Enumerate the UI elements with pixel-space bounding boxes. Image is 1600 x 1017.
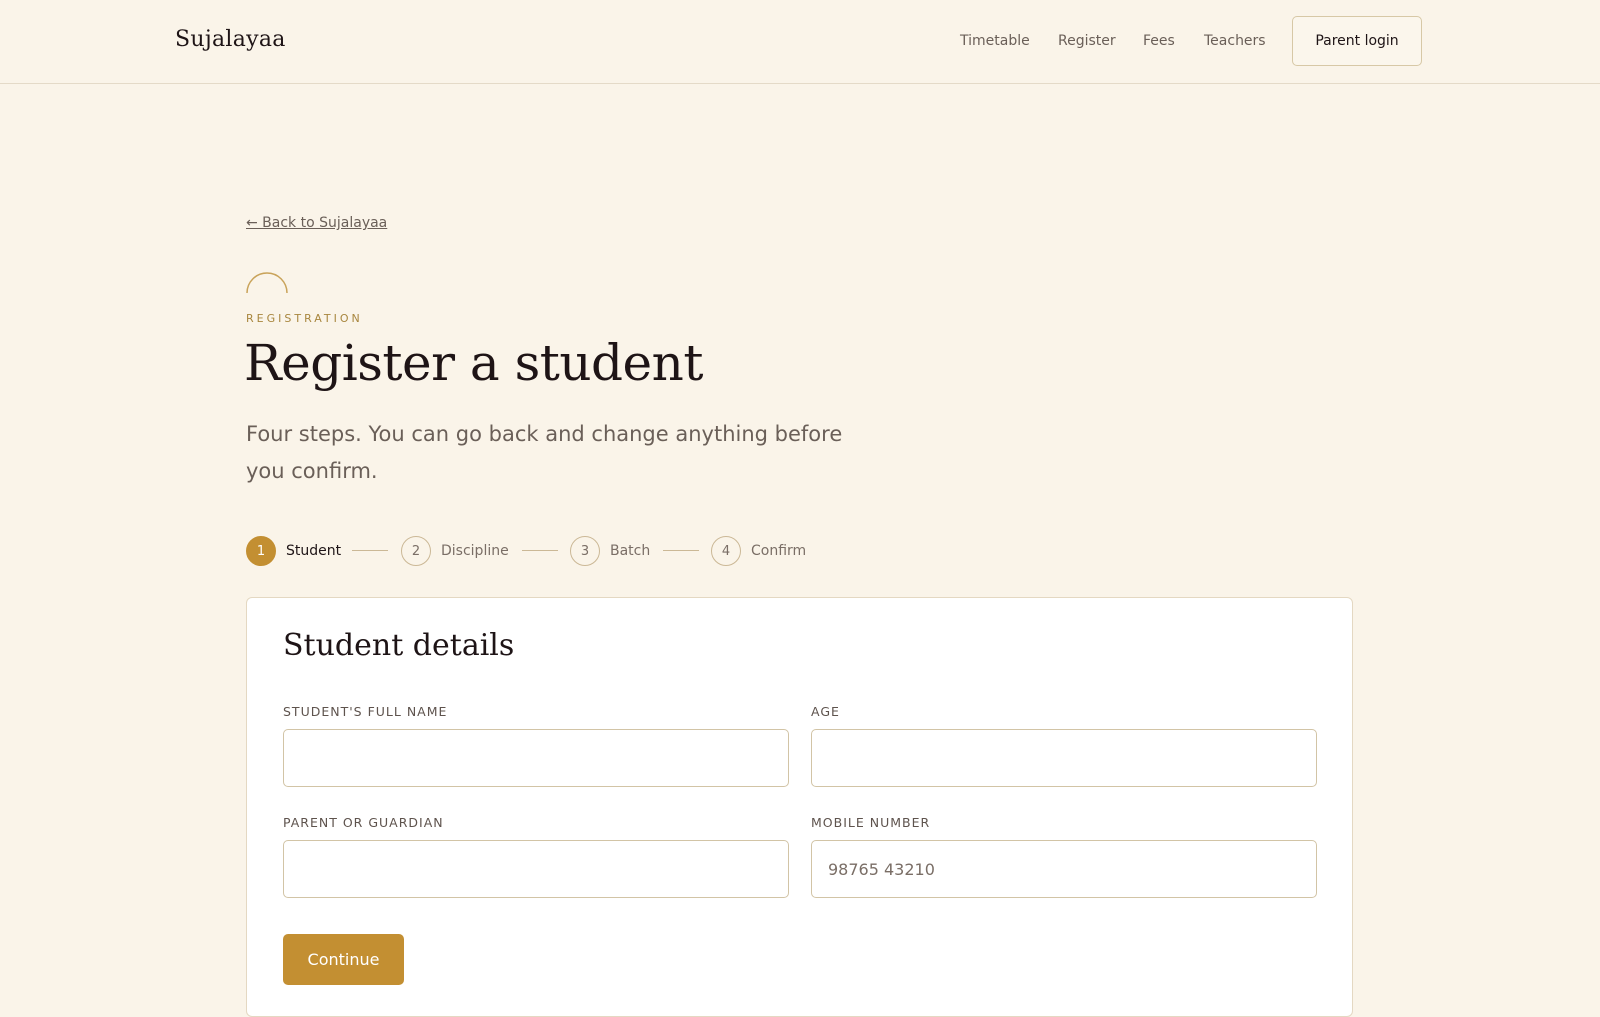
- step-discipline[interactable]: 2 Discipline: [401, 535, 509, 567]
- nav-link-register[interactable]: Register: [1058, 33, 1116, 49]
- mobile-input[interactable]: [811, 840, 1317, 898]
- age-label: AGE: [811, 704, 840, 719]
- step-connector: [663, 550, 699, 551]
- continue-button[interactable]: Continue: [283, 934, 404, 985]
- step-connector: [352, 550, 388, 551]
- step-confirm[interactable]: 4 Confirm: [711, 535, 806, 567]
- step-number-4: 4: [711, 536, 741, 566]
- back-link[interactable]: ← Back to Sujalayaa: [246, 215, 387, 231]
- nav-link-fees[interactable]: Fees: [1143, 33, 1175, 49]
- step-connector: [522, 550, 558, 551]
- section-eyebrow: REGISTRATION: [246, 312, 363, 325]
- full-name-label: STUDENT'S FULL NAME: [283, 704, 448, 719]
- student-details-card: Student details STUDENT'S FULL NAME AGE …: [246, 597, 1353, 1017]
- step-label-batch: Batch: [610, 543, 651, 559]
- step-number-1: 1: [246, 536, 276, 566]
- nav-link-timetable[interactable]: Timetable: [960, 33, 1030, 49]
- step-number-2: 2: [401, 536, 431, 566]
- top-navigation-bar: Sujalayaa Timetable Register Fees Teache…: [0, 0, 1600, 84]
- guardian-label: PARENT OR GUARDIAN: [283, 815, 444, 830]
- step-label-confirm: Confirm: [751, 543, 807, 559]
- step-batch[interactable]: 3 Batch: [570, 535, 650, 567]
- step-label-student: Student: [286, 543, 342, 559]
- arch-ornament-icon: [246, 272, 288, 294]
- step-student[interactable]: 1 Student: [246, 535, 341, 567]
- step-number-3: 3: [570, 536, 600, 566]
- page-title: Register a student: [244, 334, 703, 392]
- guardian-input[interactable]: [283, 840, 789, 898]
- full-name-input[interactable]: [283, 729, 789, 787]
- step-label-discipline: Discipline: [441, 543, 509, 559]
- nav-link-teachers[interactable]: Teachers: [1204, 33, 1266, 49]
- mobile-label: MOBILE NUMBER: [811, 815, 931, 830]
- age-input[interactable]: [811, 729, 1317, 787]
- brand-logo[interactable]: Sujalayaa: [175, 27, 286, 52]
- page-subtitle: Four steps. You can go back and change a…: [246, 422, 843, 483]
- parent-login-button[interactable]: Parent login: [1292, 16, 1422, 66]
- card-title: Student details: [283, 628, 515, 663]
